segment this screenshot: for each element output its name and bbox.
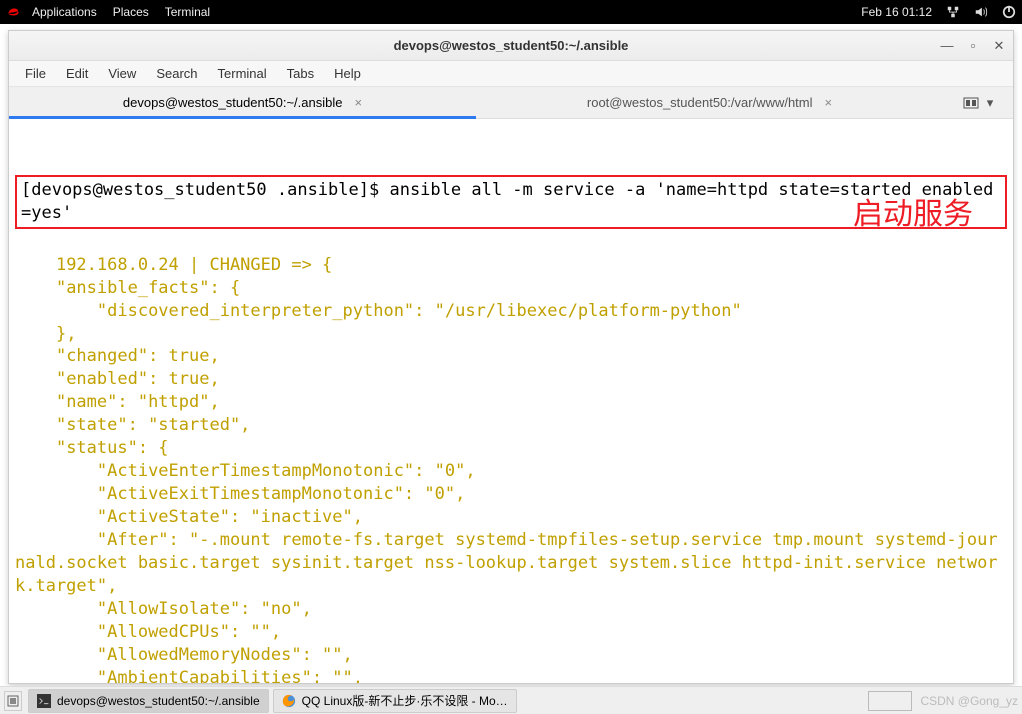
- places-menu[interactable]: Places: [105, 5, 157, 19]
- close-button[interactable]: ✕: [991, 38, 1007, 54]
- tab-label: root@westos_student50:/var/www/html: [587, 95, 813, 110]
- ansible-output: 192.168.0.24 | CHANGED => { "ansible_fac…: [15, 255, 998, 683]
- terminal-window: devops@westos_student50:~/.ansible — ▫ ✕…: [8, 30, 1014, 684]
- tab-inactive[interactable]: root@westos_student50:/var/www/html ×: [476, 87, 943, 118]
- volume-icon[interactable]: [974, 5, 988, 19]
- taskbar: devops@westos_student50:~/.ansible QQ Li…: [0, 686, 1022, 714]
- power-icon[interactable]: [1002, 5, 1016, 19]
- tabbar: devops@westos_student50:~/.ansible × roo…: [9, 87, 1013, 119]
- broadcast-icon[interactable]: [963, 96, 979, 110]
- prompt: [devops@westos_student50 .ansible]$: [21, 180, 389, 200]
- show-desktop-button[interactable]: [4, 691, 22, 711]
- tab-extra: ▾: [943, 87, 1013, 118]
- top-panel: Applications Places Terminal Feb 16 01:1…: [0, 0, 1022, 24]
- menu-file[interactable]: File: [15, 63, 56, 84]
- maximize-button[interactable]: ▫: [965, 38, 981, 54]
- menu-search[interactable]: Search: [146, 63, 207, 84]
- tab-active[interactable]: devops@westos_student50:~/.ansible ×: [9, 87, 476, 118]
- minimize-button[interactable]: —: [939, 38, 955, 54]
- terminal-launcher[interactable]: Terminal: [157, 5, 218, 19]
- terminal-icon: [37, 694, 51, 708]
- firefox-icon: [282, 694, 296, 708]
- taskbar-task-firefox[interactable]: QQ Linux版-新不止步·乐不设限 - Mo…: [273, 689, 517, 713]
- terminal-content[interactable]: [devops@westos_student50 .ansible]$ ansi…: [9, 119, 1013, 683]
- chevron-down-icon[interactable]: ▾: [987, 95, 994, 111]
- annotation-label: 启动服务: [853, 195, 973, 236]
- tab-close-icon[interactable]: ×: [825, 95, 833, 110]
- menu-edit[interactable]: Edit: [56, 63, 98, 84]
- watermark: CSDN @Gong_yz: [920, 694, 1018, 708]
- tab-label: devops@westos_student50:~/.ansible: [123, 95, 343, 110]
- tab-close-icon[interactable]: ×: [354, 95, 362, 110]
- titlebar[interactable]: devops@westos_student50:~/.ansible — ▫ ✕: [9, 31, 1013, 61]
- task-label: QQ Linux版-新不止步·乐不设限 - Mo…: [302, 692, 508, 709]
- menubar: File Edit View Search Terminal Tabs Help: [9, 61, 1013, 87]
- menu-view[interactable]: View: [98, 63, 146, 84]
- clock[interactable]: Feb 16 01:12: [861, 5, 932, 19]
- network-icon[interactable]: [946, 5, 960, 19]
- menu-terminal[interactable]: Terminal: [208, 63, 277, 84]
- applications-menu[interactable]: Applications: [24, 5, 105, 19]
- taskbar-task-terminal[interactable]: devops@westos_student50:~/.ansible: [28, 689, 269, 713]
- redhat-logo-icon: [6, 5, 20, 19]
- menu-help[interactable]: Help: [324, 63, 371, 84]
- input-method-indicator[interactable]: [868, 691, 912, 711]
- window-title: devops@westos_student50:~/.ansible: [394, 38, 629, 53]
- task-label: devops@westos_student50:~/.ansible: [57, 694, 260, 708]
- menu-tabs[interactable]: Tabs: [277, 63, 324, 84]
